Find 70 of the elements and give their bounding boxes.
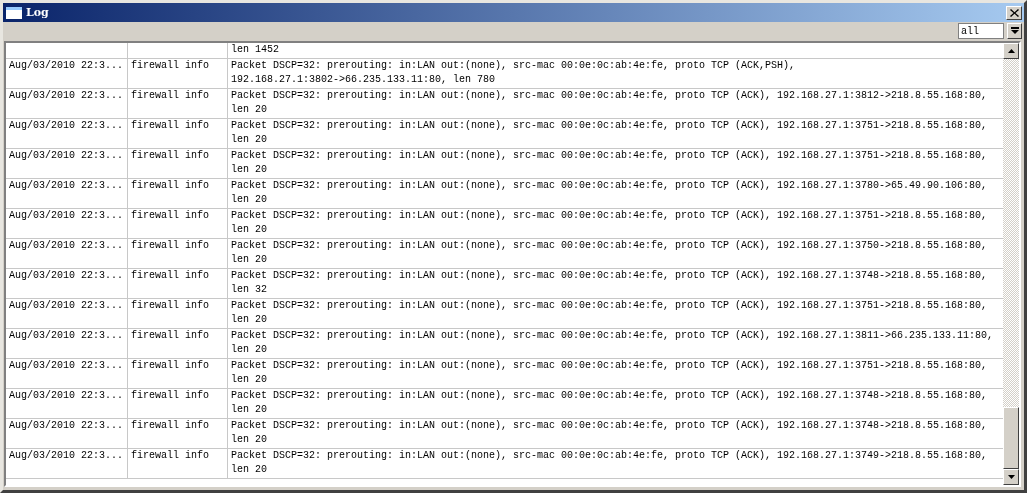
topic-cell: firewall info xyxy=(131,449,209,461)
topic-cell: firewall info xyxy=(131,299,209,311)
topic-cell: firewall info xyxy=(131,239,209,251)
message-line: len 20 xyxy=(231,193,267,207)
message-line: 192.168.27.1:3802->66.235.133.11:80, len 780 xyxy=(231,73,496,87)
message-line: len 20 xyxy=(231,253,267,267)
message-line: len 32 xyxy=(231,283,267,297)
message-line: len 20 xyxy=(231,463,267,477)
topic-cell: firewall info xyxy=(131,149,209,161)
message-line: len 20 xyxy=(231,103,267,117)
vertical-scrollbar[interactable] xyxy=(1003,43,1019,485)
up-arrow-icon xyxy=(1007,49,1015,53)
window-icon xyxy=(6,6,22,19)
time-cell: Aug/03/2010 22:3... xyxy=(9,179,124,191)
message-line: len 20 xyxy=(231,163,267,177)
topic-cell: firewall info xyxy=(131,359,209,371)
topic-cell: firewall info xyxy=(131,59,209,71)
time-cell: Aug/03/2010 22:3... xyxy=(9,299,124,311)
message-line: Packet DSCP=32: prerouting: in:LAN out:(none), src-mac 00:0e:0c:ab:4e:fe, proto TCP (ACK), 192.168.27.1:3750->218.8.55.168:80, xyxy=(231,238,988,253)
message-line: Packet DSCP=32: prerouting: in:LAN out:(none), src-mac 00:0e:0c:ab:4e:fe, proto TCP (ACK), 192.168.27.1:3751->218.8.55.168:80, xyxy=(231,298,988,313)
message-line: len 20 xyxy=(231,313,267,327)
message-line: Packet DSCP=32: prerouting: in:LAN out:(none), src-mac 00:0e:0c:ab:4e:fe, proto TCP (ACK), 192.168.27.1:3751->218.8.55.168:80, xyxy=(231,118,988,133)
filter-field[interactable]: all xyxy=(958,23,1004,39)
caret-icon xyxy=(1010,27,1019,35)
time-cell: Aug/03/2010 22:3... xyxy=(9,119,124,131)
message-line: Packet DSCP=32: prerouting: in:LAN out:(none), src-mac 00:0e:0c:ab:4e:fe, proto TCP (ACK), 192.168.27.1:3749->218.8.55.168:80, xyxy=(231,448,988,463)
scroll-up-button[interactable] xyxy=(1003,43,1019,59)
time-cell: Aug/03/2010 22:3... xyxy=(9,239,124,251)
time-cell: Aug/03/2010 22:3... xyxy=(9,359,124,371)
topic-cell: firewall info xyxy=(131,419,209,431)
topic-cell: firewall info xyxy=(131,269,209,281)
time-cell: Aug/03/2010 22:3... xyxy=(9,389,124,401)
message-line: len 1452 xyxy=(231,43,279,57)
message-line: len 20 xyxy=(231,223,267,237)
message-line: len 20 xyxy=(231,343,267,357)
message-line: Packet DSCP=32: prerouting: in:LAN out:(none), src-mac 00:0e:0c:ab:4e:fe, proto TCP (ACK), 192.168.27.1:3751->218.8.55.168:80, xyxy=(231,208,988,223)
close-button[interactable] xyxy=(1006,5,1022,20)
time-cell: Aug/03/2010 22:3... xyxy=(9,329,124,341)
window-title: Log xyxy=(26,6,49,19)
message-line: len 20 xyxy=(231,373,267,387)
message-line: Packet DSCP=32: prerouting: in:LAN out:(none), src-mac 00:0e:0c:ab:4e:fe, proto TCP (ACK), 192.168.27.1:3748->218.8.55.168:80, xyxy=(231,268,988,283)
scroll-down-button[interactable] xyxy=(1003,469,1019,485)
topic-cell: firewall info xyxy=(131,89,209,101)
scroll-thumb[interactable] xyxy=(1003,407,1019,469)
time-cell: Aug/03/2010 22:3... xyxy=(9,449,124,461)
close-icon xyxy=(1009,8,1019,17)
time-cell: Aug/03/2010 22:3... xyxy=(9,89,124,101)
time-cell: Aug/03/2010 22:3... xyxy=(9,209,124,221)
message-line: len 20 xyxy=(231,433,267,447)
topic-cell: firewall info xyxy=(131,329,209,341)
message-line: Packet DSCP=32: prerouting: in:LAN out:(none), src-mac 00:0e:0c:ab:4e:fe, proto TCP (ACK), 192.168.27.1:3751->218.8.55.168:80, xyxy=(231,358,988,373)
message-line: Packet DSCP=32: prerouting: in:LAN out:(none), src-mac 00:0e:0c:ab:4e:fe, proto TCP (ACK), 192.168.27.1:3751->218.8.55.168:80, xyxy=(231,148,988,163)
dropdown-button[interactable] xyxy=(1007,23,1022,39)
message-line: Packet DSCP=32: prerouting: in:LAN out:(none), src-mac 00:0e:0c:ab:4e:fe, proto TCP (ACK), 192.168.27.1:3811->66.235.133.11:80, xyxy=(231,328,994,343)
message-line: len 20 xyxy=(231,133,267,147)
down-arrow-icon xyxy=(1007,475,1015,479)
message-line: Packet DSCP=32: prerouting: in:LAN out:(none), src-mac 00:0e:0c:ab:4e:fe, proto TCP (ACK), 192.168.27.1:3748->218.8.55.168:80, xyxy=(231,388,988,403)
topic-cell: firewall info xyxy=(131,119,209,131)
message-line: Packet DSCP=32: prerouting: in:LAN out:(none), src-mac 00:0e:0c:ab:4e:fe, proto TCP (ACK), 192.168.27.1:3780->65.49.90.106:80, xyxy=(231,178,988,193)
message-line: Packet DSCP=32: prerouting: in:LAN out:(none), src-mac 00:0e:0c:ab:4e:fe, proto TCP (ACK,PSH), xyxy=(231,58,796,73)
message-line: Packet DSCP=32: prerouting: in:LAN out:(none), src-mac 00:0e:0c:ab:4e:fe, proto TCP (ACK), 192.168.27.1:3748->218.8.55.168:80, xyxy=(231,418,988,433)
message-line: len 20 xyxy=(231,403,267,417)
topic-cell: firewall info xyxy=(131,179,209,191)
topic-cell: firewall info xyxy=(131,389,209,401)
topic-cell: firewall info xyxy=(131,209,209,221)
message-line: Packet DSCP=32: prerouting: in:LAN out:(none), src-mac 00:0e:0c:ab:4e:fe, proto TCP (ACK), 192.168.27.1:3812->218.8.55.168:80, xyxy=(231,88,988,103)
time-cell: Aug/03/2010 22:3... xyxy=(9,59,124,71)
time-cell: Aug/03/2010 22:3... xyxy=(9,149,124,161)
time-cell: Aug/03/2010 22:3... xyxy=(9,269,124,281)
time-cell: Aug/03/2010 22:3... xyxy=(9,419,124,431)
